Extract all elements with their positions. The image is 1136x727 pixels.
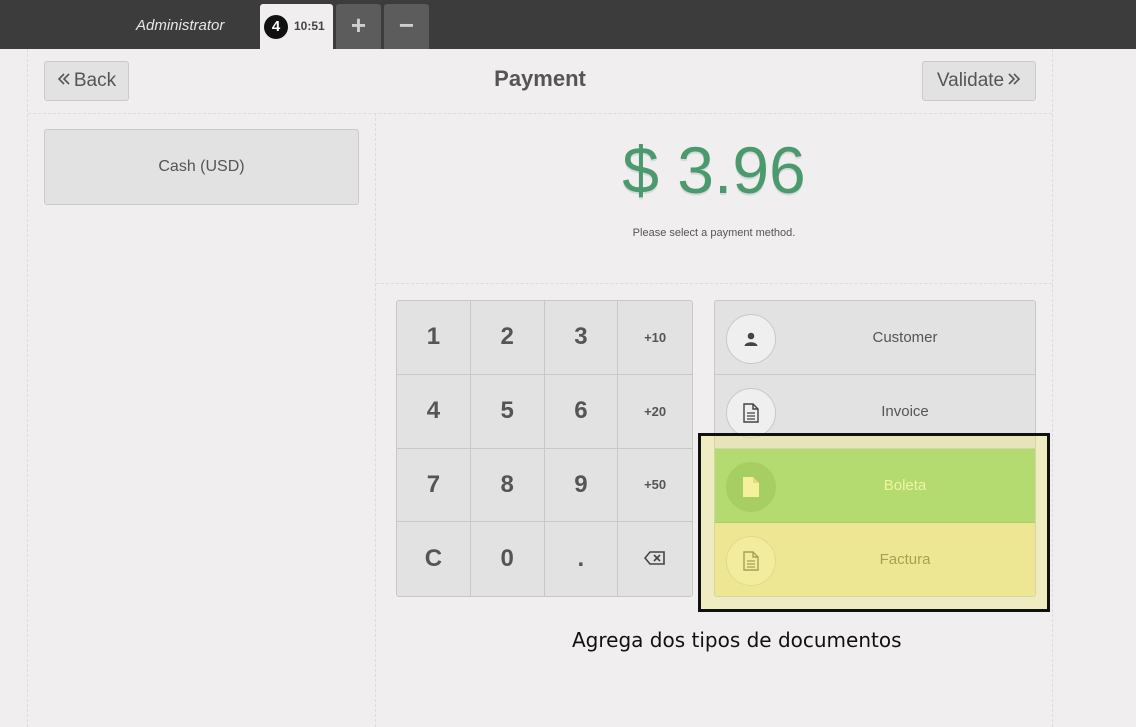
payment-hint: Please select a payment method. [632, 227, 796, 239]
numpad: 1 2 3 +10 4 5 6 +20 7 8 9 +50 C 0 . [396, 300, 693, 597]
user-icon [726, 314, 776, 364]
numpad-key-plus10[interactable]: +10 [618, 301, 692, 375]
numpad-key-1[interactable]: 1 [397, 301, 471, 375]
order-time-label: 10:51 [294, 19, 325, 33]
payment-total: $ 3.96 [622, 133, 806, 207]
numpad-key-7[interactable]: 7 [397, 448, 471, 523]
remove-order-button[interactable]: − [384, 4, 429, 49]
numpad-key-backspace[interactable] [618, 522, 692, 596]
highlight-box [698, 433, 1050, 612]
divider [28, 113, 1052, 114]
payment-method-cash[interactable]: Cash (USD) [44, 129, 359, 205]
order-number-badge: 4 [264, 15, 288, 39]
validate-button[interactable]: Validate [922, 61, 1036, 101]
numpad-key-0[interactable]: 0 [471, 522, 545, 596]
backspace-icon [644, 550, 666, 568]
pos-topbar: Administrator 4 10:51 + − [0, 0, 1136, 49]
back-button[interactable]: Back [44, 61, 129, 101]
customer-button-label: Customer [872, 329, 938, 346]
numpad-key-5[interactable]: 5 [470, 374, 545, 449]
numpad-key-plus20[interactable]: +20 [618, 375, 692, 449]
order-tab-selected[interactable]: 4 10:51 [260, 4, 333, 49]
numpad-key-9[interactable]: 9 [544, 448, 619, 523]
customer-button[interactable]: Customer [715, 301, 1035, 375]
annotation-caption: Agrega dos tipos de documentos [572, 628, 902, 652]
username-label[interactable]: Administrator [136, 17, 224, 34]
back-button-label: Back [73, 70, 117, 91]
numpad-key-clear[interactable]: C [397, 522, 471, 596]
numpad-key-plus50[interactable]: +50 [618, 449, 692, 523]
validate-button-label: Validate [936, 70, 1005, 91]
add-order-button[interactable]: + [336, 4, 381, 49]
document-lines-icon [726, 388, 776, 438]
divider [376, 283, 1052, 284]
chevron-double-right-icon [1007, 70, 1021, 92]
numpad-key-3[interactable]: 3 [544, 301, 619, 375]
chevron-double-left-icon [57, 70, 71, 92]
numpad-key-2[interactable]: 2 [470, 301, 545, 375]
numpad-key-decimal[interactable]: . [545, 522, 619, 596]
numpad-key-4[interactable]: 4 [397, 374, 471, 449]
page-title: Payment [494, 66, 586, 91]
numpad-key-8[interactable]: 8 [470, 448, 545, 523]
numpad-key-6[interactable]: 6 [544, 374, 619, 449]
